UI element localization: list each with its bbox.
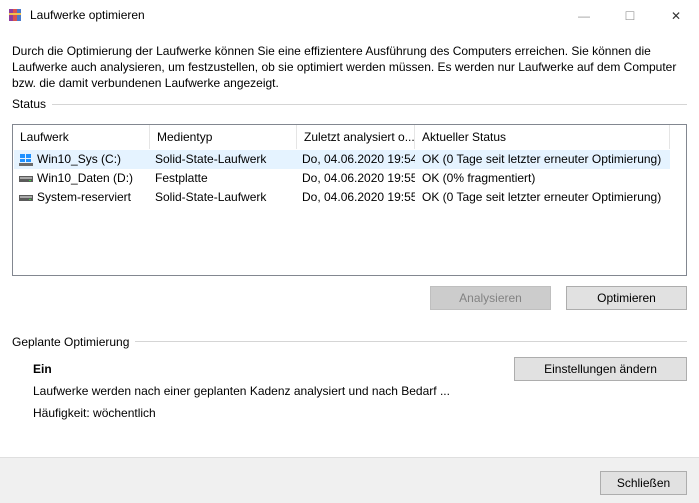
close-window-button[interactable]: ✕ <box>653 0 699 31</box>
schedule-state: Ein <box>33 362 52 376</box>
column-header-drive[interactable]: Laufwerk <box>13 125 150 149</box>
drive-media-type: Solid-State-Laufwerk <box>155 152 267 166</box>
drive-name: System-reserviert <box>37 190 132 204</box>
defrag-app-icon <box>9 9 21 21</box>
title-bar: Laufwerke optimieren — ☐ ✕ <box>0 0 699 31</box>
maximize-button[interactable]: ☐ <box>607 0 653 31</box>
minimize-button[interactable]: — <box>561 0 607 31</box>
intro-text: Durch die Optimierung der Laufwerke könn… <box>12 44 677 90</box>
drive-name: Win10_Daten (D:) <box>37 171 134 185</box>
drive-row[interactable]: Win10_Sys (C:) Solid-State-Laufwerk Do, … <box>14 150 670 169</box>
drive-status: OK (0 Tage seit letzter erneuter Optimie… <box>422 190 662 204</box>
analyze-button[interactable]: Analysieren <box>430 286 551 310</box>
status-group-label: Status <box>12 97 53 111</box>
hard-drive-icon <box>19 176 33 182</box>
drive-last-analyzed: Do, 04.06.2020 19:54 <box>302 152 415 166</box>
status-divider <box>12 104 687 105</box>
column-header-current-status[interactable]: Aktueller Status <box>415 125 670 149</box>
drive-status: OK (0% fragmentiert) <box>422 171 536 185</box>
drive-media-type: Solid-State-Laufwerk <box>155 190 267 204</box>
window-title: Laufwerke optimieren <box>30 8 145 22</box>
footer-bar: Schließen <box>0 457 699 503</box>
drive-list-header: Laufwerk Medientyp Zuletzt analysiert o.… <box>13 125 686 149</box>
close-button[interactable]: Schließen <box>600 471 687 495</box>
schedule-group-label: Geplante Optimierung <box>12 335 136 349</box>
drive-row[interactable]: System-reserviert Solid-State-Laufwerk D… <box>14 188 670 207</box>
change-settings-button[interactable]: Einstellungen ändern <box>514 357 687 381</box>
hard-drive-icon <box>19 195 33 201</box>
schedule-description: Laufwerke werden nach einer geplanten Ka… <box>33 384 450 398</box>
drive-last-analyzed: Do, 04.06.2020 19:55 <box>302 171 415 185</box>
schedule-frequency: Häufigkeit: wöchentlich <box>33 406 156 420</box>
drive-status: OK (0 Tage seit letzter erneuter Optimie… <box>422 152 662 166</box>
drive-row[interactable]: Win10_Daten (D:) Festplatte Do, 04.06.20… <box>14 169 670 188</box>
drive-last-analyzed: Do, 04.06.2020 19:55 <box>302 190 415 204</box>
column-header-last-analyzed[interactable]: Zuletzt analysiert o... <box>297 125 415 149</box>
windows-drive-icon <box>19 154 33 166</box>
drive-name: Win10_Sys (C:) <box>37 152 122 166</box>
optimize-button[interactable]: Optimieren <box>566 286 687 310</box>
drive-list[interactable]: Laufwerk Medientyp Zuletzt analysiert o.… <box>12 124 687 276</box>
drive-media-type: Festplatte <box>155 171 208 185</box>
column-header-media-type[interactable]: Medientyp <box>150 125 297 149</box>
